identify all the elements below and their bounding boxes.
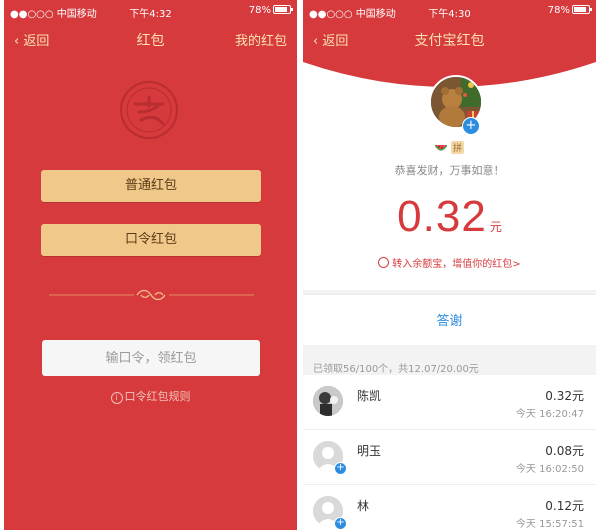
receiver-list: 陈凯 0.32元 今天 16:20:47 + 明玉 0.08元 今天 16:02…: [303, 375, 596, 530]
receiver-name: 陈凯: [357, 389, 382, 403]
rules-label: 口令红包规则: [124, 390, 191, 403]
battery-icon: [572, 5, 592, 14]
receiver-time: 今天 15:57:51: [515, 519, 584, 530]
list-item[interactable]: + 明玉 0.08元 今天 16:02:50: [303, 430, 596, 485]
battery-indicator: 78%: [248, 5, 293, 16]
receiver-name: 林: [357, 499, 370, 513]
transfer-to-yuebao-link[interactable]: 转入余额宝，增值你的红包>: [303, 255, 596, 270]
pin-badge: 拼: [450, 141, 464, 154]
greeting-message: 恭喜发财，万事如意！: [394, 164, 505, 177]
red-packet-hero: ●●○○○ 中国移动 下午4:30 78% ‹ 返回 支付宝红包 + 拼 恭喜发…: [303, 0, 596, 290]
nav-bar: ‹ 返回 支付宝红包: [303, 26, 596, 50]
add-friend-icon[interactable]: +: [334, 462, 347, 475]
receiver-amount: 0.12元: [545, 499, 584, 513]
claim-summary: 已领取56/100个，共12.07/20.00元: [313, 364, 479, 375]
add-friend-icon[interactable]: +: [334, 517, 347, 530]
list-item[interactable]: 陈凯 0.32元 今天 16:20:47: [303, 375, 596, 430]
status-bar: ●●○○○ 中国移动 下午4:32 78%: [4, 0, 297, 20]
receiver-amount: 0.08元: [545, 444, 584, 458]
battery-icon: [273, 5, 293, 14]
thanks-button[interactable]: 答谢: [303, 310, 596, 329]
red-packet-detail-screen: ●●○○○ 中国移动 下午4:30 78% ‹ 返回 支付宝红包 + 拼 恭喜发…: [303, 0, 596, 530]
watermelon-icon: [434, 144, 447, 151]
ornament-divider: [49, 289, 254, 301]
receiver-time: 今天 16:02:50: [515, 464, 584, 475]
thanks-bar: 答谢: [303, 294, 596, 345]
send-red-packet-screen: ●●○○○ 中国移动 下午4:32 78% ‹ 返回 红包 我的红包 普通红包 …: [4, 0, 297, 530]
add-friend-icon[interactable]: +: [462, 117, 480, 135]
yuebao-icon: [378, 257, 390, 268]
amount-unit: 元: [489, 220, 502, 234]
password-rules-link[interactable]: i 口令红包规则: [4, 388, 297, 404]
password-red-packet-button[interactable]: 口令红包: [41, 224, 261, 256]
transfer-label: 转入余额宝，增值你的红包>: [392, 259, 521, 270]
receiver-name: 明玉: [357, 444, 382, 458]
nav-bar: ‹ 返回 红包 我的红包: [4, 26, 297, 50]
receiver-amount: 0.32元: [545, 389, 584, 403]
sender-badges: 拼: [303, 141, 596, 155]
alipay-logo-icon: [120, 81, 178, 139]
battery-indicator: 78%: [547, 5, 592, 16]
user-avatar: [313, 386, 343, 416]
receiver-time: 今天 16:20:47: [515, 409, 584, 420]
battery-label: 78%: [248, 5, 271, 16]
info-icon: i: [110, 392, 123, 404]
page-title: 支付宝红包: [414, 33, 485, 49]
status-bar: ●●○○○ 中国移动 下午4:30 78%: [303, 0, 596, 20]
list-item[interactable]: + 林 0.12元 今天 15:57:51: [303, 485, 596, 530]
my-red-packets-link[interactable]: 我的红包: [235, 30, 287, 49]
received-amount: 0.32 元: [303, 192, 596, 242]
amount-value: 0.32: [397, 192, 487, 241]
password-input[interactable]: [42, 340, 260, 376]
normal-red-packet-button[interactable]: 普通红包: [41, 170, 261, 202]
photo-avatar-icon: [313, 386, 343, 416]
battery-label: 78%: [547, 5, 570, 16]
